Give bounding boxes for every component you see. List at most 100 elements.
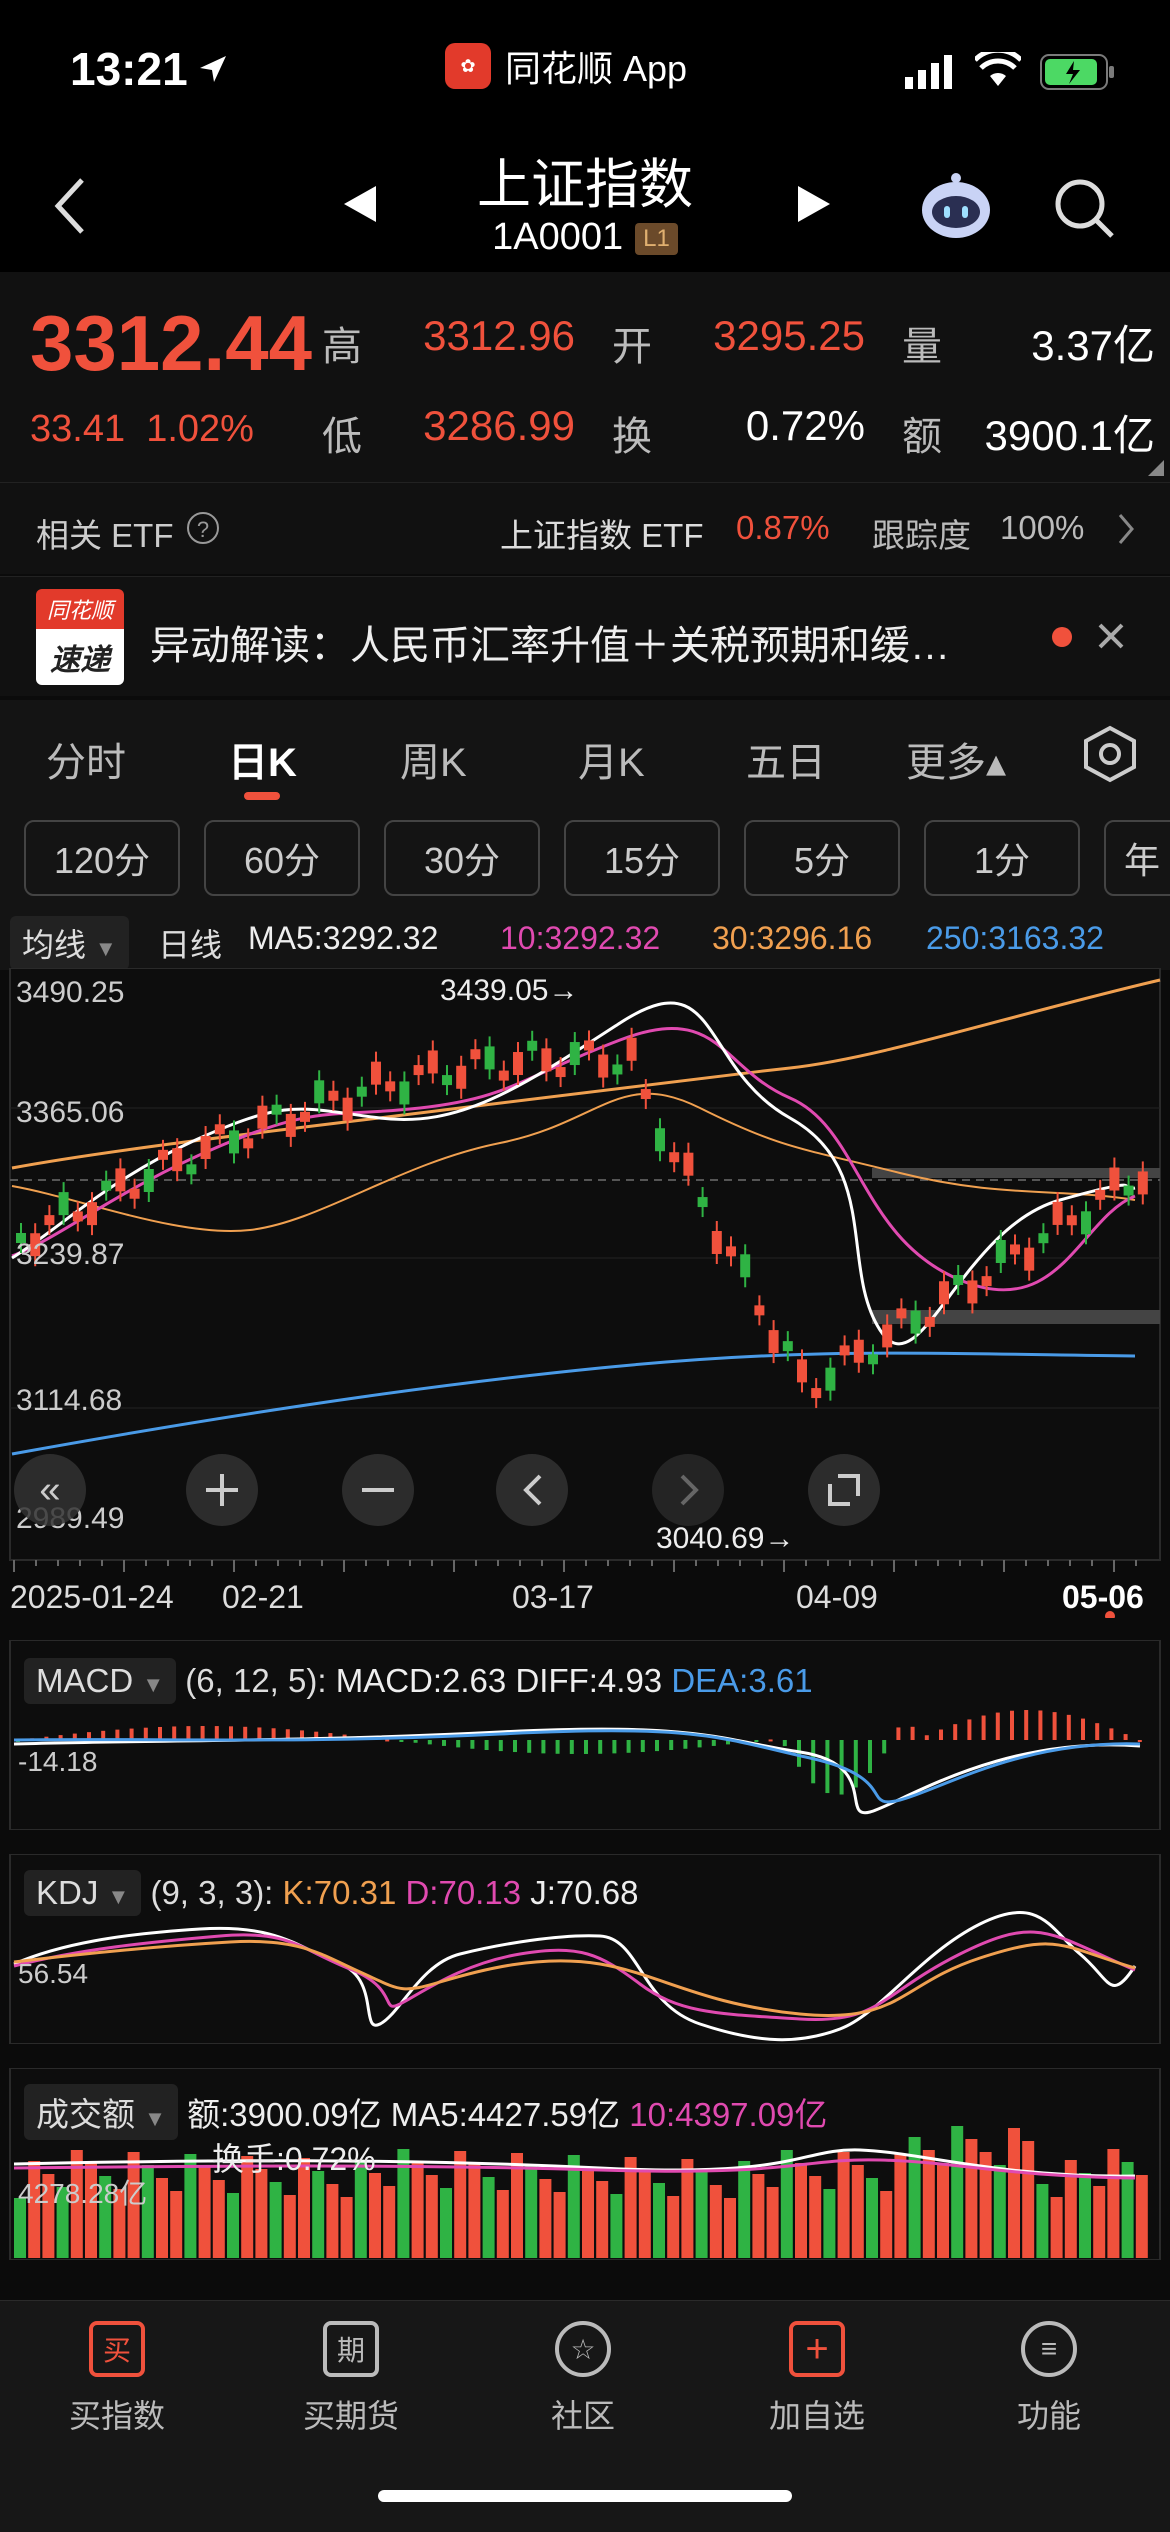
- macd-bar: [1010, 1710, 1014, 1740]
- buy-icon: 买: [89, 2321, 145, 2377]
- kdj-dropdown[interactable]: KDJ ▼: [24, 1870, 142, 1916]
- nav-community[interactable]: ☆ 社区: [498, 2321, 668, 2437]
- menu-icon: ≡: [1021, 2321, 1077, 2377]
- macd-bar: [754, 1740, 759, 1742]
- macd-bar: [683, 1740, 688, 1749]
- macd-bar: [172, 1726, 177, 1740]
- macd-bar: [1024, 1710, 1029, 1740]
- period-5min[interactable]: 5分: [744, 820, 900, 896]
- app-badge[interactable]: ✿ 同花顺 App: [445, 40, 687, 92]
- robot-assistant-icon[interactable]: [918, 172, 994, 240]
- volume-bar: [809, 2176, 822, 2258]
- community-star-icon: ☆: [555, 2321, 611, 2377]
- high-label: 高: [322, 325, 362, 369]
- nav-buy-futures[interactable]: 期 买期货: [266, 2321, 436, 2437]
- volume-bar: [1050, 2197, 1063, 2258]
- svg-text:?: ?: [197, 517, 209, 542]
- macd-bar: [527, 1740, 532, 1753]
- ma-dropdown-label: 均线: [22, 927, 87, 963]
- nav-label: 社区: [550, 2398, 615, 2434]
- etf-name: 上证指数 ETF: [500, 517, 704, 554]
- macd-bar: [243, 1726, 248, 1740]
- y-label-1: 3365.06: [16, 1096, 124, 1129]
- stock-code-text: 1A0001: [492, 216, 624, 258]
- macd-bar: [257, 1727, 262, 1740]
- macd-bar: [143, 1727, 148, 1740]
- ma-legend-row: 均线 ▼ 日线 MA5:3292.32 10:3292.32 30:3296.1…: [0, 910, 1170, 970]
- volume-dropdown[interactable]: 成交额 ▼: [24, 2084, 178, 2140]
- macd-bar: [697, 1740, 702, 1748]
- vol-value: 3.37亿: [1031, 322, 1155, 369]
- volume-bar: [937, 2163, 949, 2258]
- volume-bar: [681, 2159, 694, 2258]
- scroll-right-button[interactable]: [652, 1454, 724, 1526]
- period-30min[interactable]: 30分: [384, 820, 540, 896]
- tab-weekly-k[interactable]: 周K: [400, 730, 467, 788]
- dea-value: DEA:3.61: [671, 1662, 813, 1699]
- kline-chart[interactable]: 3490.25 3365.06 3239.87 3114.68 2989.49 …: [0, 968, 1170, 1618]
- track-label: 跟踪度: [872, 517, 971, 554]
- volume-dropdown-label: 成交额: [36, 2096, 135, 2133]
- macd-dropdown[interactable]: MACD ▼: [24, 1658, 177, 1704]
- related-etf-row[interactable]: 相关 ETF ? 上证指数 ETF 0.87% 跟踪度 100%: [0, 482, 1170, 574]
- volume-bar: [212, 2180, 225, 2258]
- next-stock-icon[interactable]: [796, 184, 832, 224]
- tab-monthly-k[interactable]: 月K: [578, 730, 645, 788]
- period-year[interactable]: 年: [1104, 820, 1170, 896]
- amount-value: 3900.1亿: [984, 412, 1155, 459]
- page-title: 上证指数: [477, 155, 693, 215]
- macd-bar: [158, 1726, 162, 1740]
- macd-params: (6, 12, 5):: [185, 1662, 327, 1699]
- news-banner[interactable]: 同花顺 速递 异动解读：人民币汇率升值＋关税预期和缓…: [0, 576, 1170, 696]
- status-time: 13:21: [70, 43, 188, 95]
- search-icon[interactable]: [1052, 176, 1116, 240]
- x-label-3: 04-09: [796, 1579, 878, 1615]
- tab-intraday[interactable]: 分时: [46, 730, 126, 788]
- help-icon[interactable]: ?: [186, 511, 220, 545]
- period-15min[interactable]: 15分: [564, 820, 720, 896]
- high-value: 3312.96: [423, 312, 575, 359]
- volume-bar: [312, 2171, 325, 2258]
- news-badge-bottom: 速递: [36, 629, 124, 685]
- macd-bar: [981, 1715, 986, 1740]
- volume-bar: [752, 2174, 765, 2258]
- volume-bar: [866, 2178, 878, 2258]
- macd-bar: [470, 1740, 475, 1749]
- add-icon: +: [789, 2321, 845, 2377]
- period-120min[interactable]: 120分: [24, 820, 180, 896]
- expand-corner-icon[interactable]: [1148, 460, 1164, 476]
- macd-bar: [669, 1740, 674, 1750]
- kdj-axis-label: 56.54: [18, 1958, 89, 1989]
- volume-bar: [383, 2186, 396, 2258]
- volume-bar: [993, 2165, 1006, 2258]
- scroll-left-button[interactable]: [496, 1454, 568, 1526]
- close-icon[interactable]: [1096, 621, 1126, 651]
- tab-five-day[interactable]: 五日: [746, 730, 826, 788]
- period-60min[interactable]: 60分: [204, 820, 360, 896]
- volume-bar: [1022, 2141, 1035, 2258]
- period-buttons: 120分 60分 30分 15分 5分 1分 年: [0, 810, 1170, 910]
- volume-bar: [369, 2173, 381, 2258]
- settings-hexagon-icon[interactable]: [1082, 724, 1138, 784]
- ma250-value: 250:3163.32: [926, 920, 1104, 956]
- nav-functions[interactable]: ≡ 功能: [964, 2321, 1134, 2437]
- tab-more[interactable]: 更多▴: [906, 730, 1006, 788]
- dropdown-caret-icon: ▼: [94, 936, 117, 961]
- fullscreen-button[interactable]: [808, 1454, 880, 1526]
- period-1min[interactable]: 1分: [924, 820, 1080, 896]
- nav-buy-index[interactable]: 买 买指数: [32, 2321, 202, 2437]
- wifi-icon: [975, 52, 1021, 86]
- change-pct: 1.02%: [146, 408, 254, 450]
- track-value: 100%: [1000, 509, 1085, 546]
- nav-add-watchlist[interactable]: + 加自选: [732, 2321, 902, 2437]
- ma-dropdown[interactable]: 均线 ▼: [10, 916, 129, 970]
- j-value: J:70.68: [530, 1874, 639, 1911]
- tab-daily-k[interactable]: 日K: [228, 730, 297, 788]
- active-tab-indicator: [244, 792, 280, 800]
- volume-bar: [269, 2182, 282, 2258]
- open-label: 开: [612, 325, 652, 369]
- etf-pct: 0.87%: [736, 509, 830, 546]
- macd-bar: [910, 1726, 915, 1740]
- volume-bar: [880, 2191, 893, 2258]
- macd-bar: [882, 1740, 887, 1754]
